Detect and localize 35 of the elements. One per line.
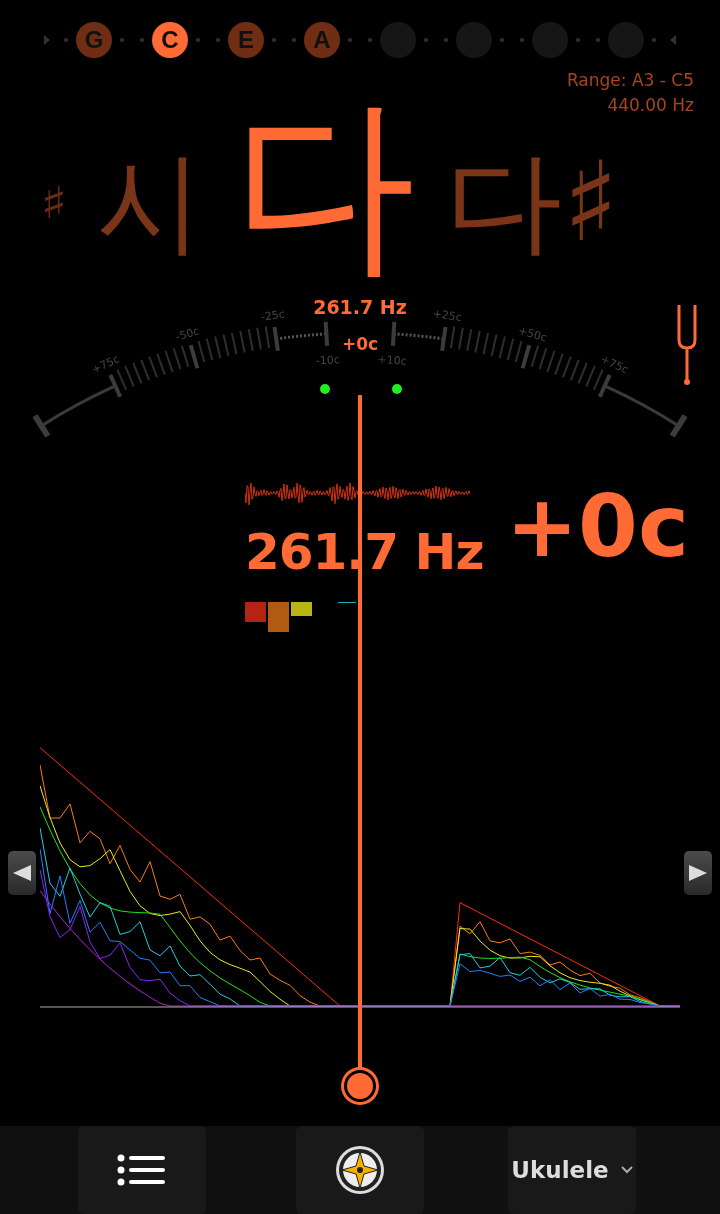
meter-cents: +0c [341, 334, 379, 354]
instrument-dropdown[interactable]: Ukulele [508, 1126, 636, 1214]
right-triangle-icon [689, 865, 707, 881]
note-name: 시 [97, 138, 208, 266]
right-marker-icon [670, 35, 676, 45]
left-triangle-icon [13, 865, 31, 881]
note-name: ♯ [40, 177, 62, 228]
cents-label: +10c [377, 353, 408, 368]
cents-label: +25c [431, 307, 463, 325]
menu-button[interactable] [78, 1126, 206, 1214]
compass-button[interactable] [296, 1126, 424, 1214]
cents-label: -50c [174, 324, 201, 344]
previous-button[interactable] [8, 851, 36, 895]
compass-icon [335, 1145, 385, 1195]
note-name: 다♯ [445, 138, 609, 266]
string-note[interactable]: C [152, 22, 188, 58]
marker-line [338, 601, 356, 603]
string-note[interactable]: E [228, 22, 264, 58]
string-note[interactable]: G [76, 22, 112, 58]
cents-label: -10c [315, 353, 341, 368]
meter-frequency: 261.7 Hz [313, 296, 407, 318]
cents-label: +75c [89, 352, 122, 377]
tuning-fork-icon[interactable] [677, 303, 697, 385]
range-text: Range: A3 - C5 [566, 69, 694, 92]
note-name: 다 [232, 74, 423, 295]
string-note[interactable]: A [304, 22, 340, 58]
cents-label: +75c [598, 352, 631, 377]
caret-icon [620, 1166, 633, 1174]
menu-icon [117, 1154, 167, 1186]
reference-pitch: 440.00 Hz [607, 94, 694, 117]
left-marker-icon [44, 35, 50, 45]
cents-label: -25c [260, 307, 286, 324]
cents-readout: +0c [506, 483, 689, 578]
next-button[interactable] [684, 851, 712, 895]
cents-label: +50c [516, 323, 549, 345]
